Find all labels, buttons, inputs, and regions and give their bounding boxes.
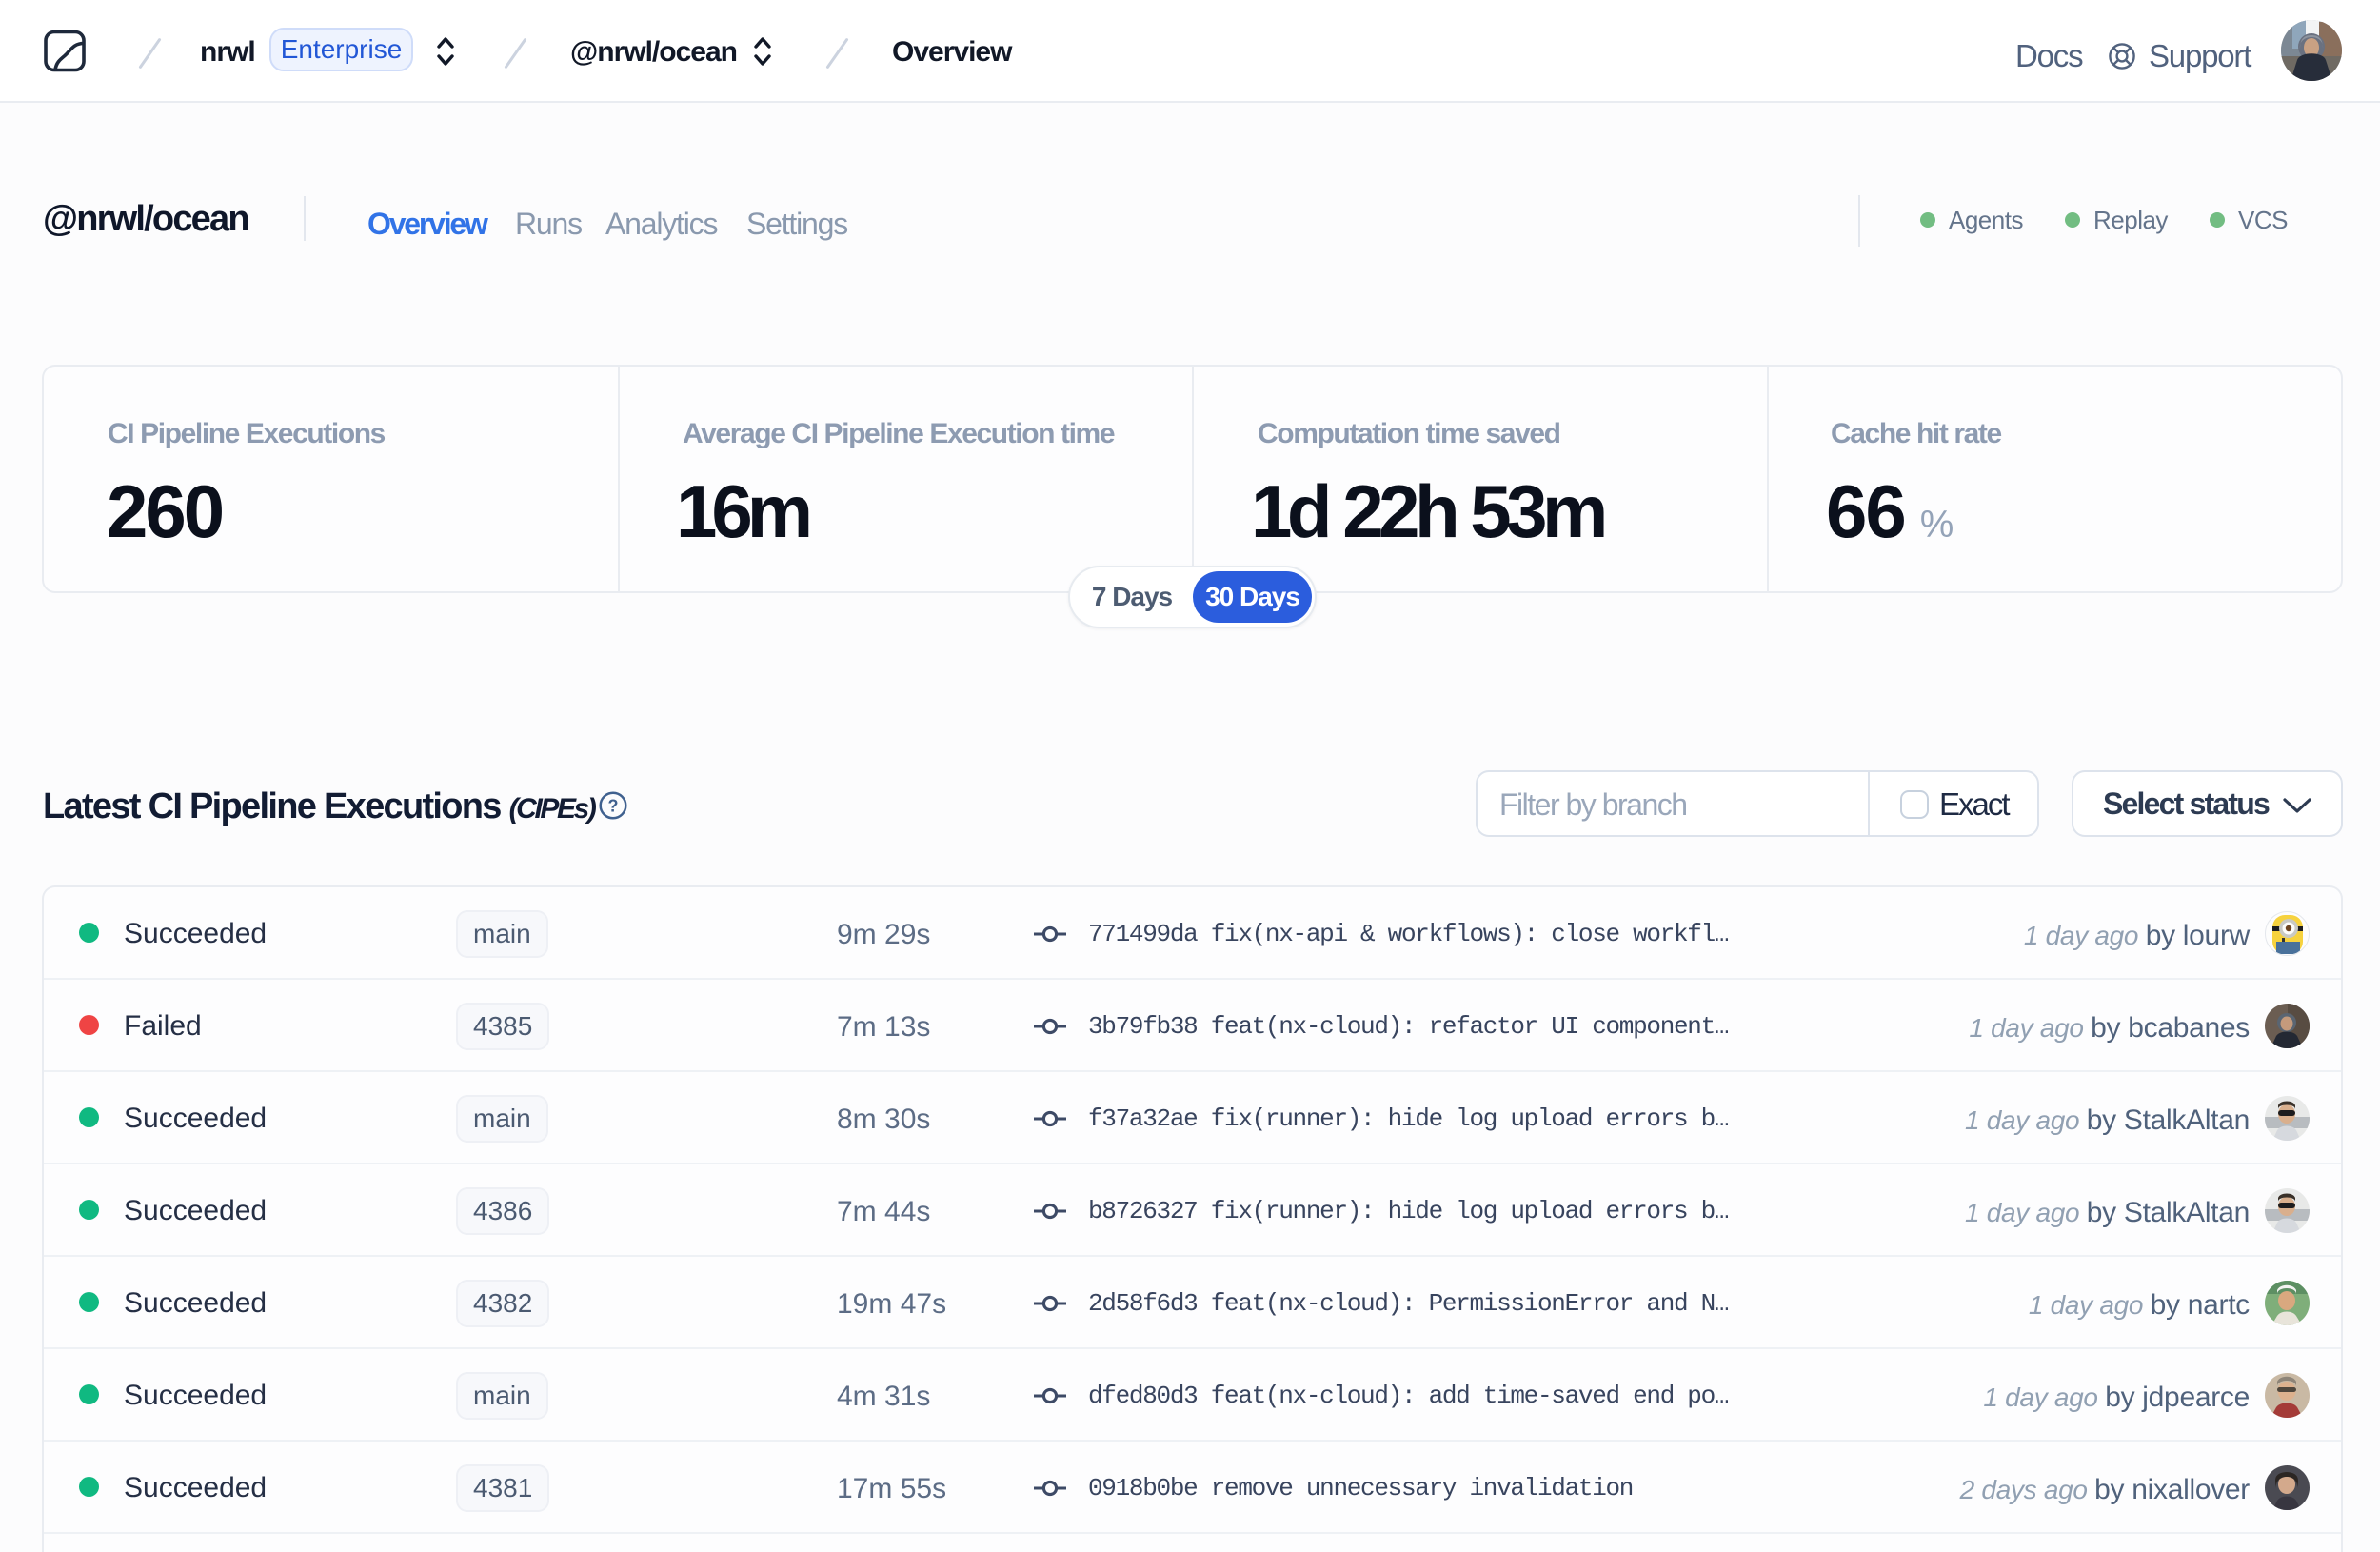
svg-text:?: ? <box>608 797 619 816</box>
